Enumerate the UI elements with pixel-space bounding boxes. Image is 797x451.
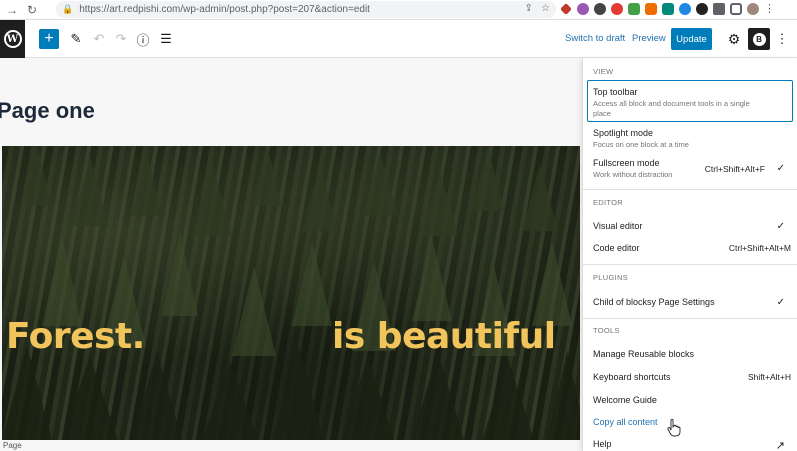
browser-toolbar: → ↻ 🔒 https://art.redpishi.com/wp-admin/…	[0, 0, 797, 20]
menu-item-manage-reusable-blocks[interactable]: Manage Reusable blocks	[593, 349, 793, 359]
extension-icon-9[interactable]	[696, 2, 708, 15]
menu-item-help[interactable]: Help ↗	[593, 439, 793, 451]
reload-icon[interactable]: ↻	[24, 2, 40, 18]
menu-item-welcome-guide[interactable]: Welcome Guide	[593, 395, 793, 405]
extension-icon-1[interactable]	[560, 2, 572, 15]
shortcut-fullscreen: Ctrl+Shift+Alt+F	[704, 164, 765, 174]
lock-icon: 🔒	[62, 4, 74, 14]
menu-item-visual-editor[interactable]: Visual editor ✓	[593, 221, 793, 232]
forward-icon[interactable]: →	[4, 2, 20, 18]
cover-block[interactable]: Forest. is beautiful	[2, 146, 580, 440]
cover-heading-left[interactable]: Forest.	[6, 316, 145, 357]
section-label-plugins: PLUGINS	[593, 273, 629, 282]
update-button[interactable]: Update	[671, 28, 712, 50]
menu-item-spotlight-mode[interactable]: Spotlight mode Focus on one block at a t…	[593, 128, 793, 150]
undo-icon[interactable]: ↶	[89, 29, 109, 49]
menu-item-copy-all-content[interactable]: Copy all content	[593, 417, 793, 427]
side-panel-icon[interactable]	[730, 2, 742, 15]
extension-icon-3[interactable]	[594, 2, 606, 15]
check-icon: ✓	[776, 221, 785, 232]
menu-item-child-of-blocksy-settings[interactable]: Child of blocksy Page Settings ✓	[593, 297, 793, 308]
menu-item-top-toolbar[interactable]: Top toolbar Access all block and documen…	[593, 87, 793, 119]
shortcut-code-editor: Ctrl+Shift+Alt+M	[728, 243, 791, 253]
menu-divider	[583, 318, 797, 319]
preview-button[interactable]: Preview	[632, 33, 666, 44]
browser-menu-icon[interactable]: ⋮	[764, 2, 775, 15]
list-view-icon[interactable]: ☰	[156, 29, 176, 49]
menu-item-code-editor[interactable]: Code editor Ctrl+Shift+Alt+M	[593, 243, 793, 253]
redo-icon[interactable]: ↷	[111, 29, 131, 49]
switch-to-draft-button[interactable]: Switch to draft	[565, 33, 625, 44]
url-text[interactable]: https://art.redpishi.com/wp-admin/post.p…	[79, 4, 370, 15]
extension-icon-6[interactable]	[645, 2, 657, 15]
menu-divider	[583, 189, 797, 190]
options-more-icon[interactable]: ⋮	[776, 30, 789, 48]
wordpress-logo-icon[interactable]: W	[0, 20, 25, 58]
check-icon: ✓	[776, 163, 785, 174]
shortcut-keyboard-shortcuts: Shift+Alt+H	[748, 372, 791, 382]
extensions-puzzle-icon[interactable]	[713, 2, 725, 15]
blocksy-settings-button[interactable]: B	[748, 28, 770, 50]
menu-item-fullscreen-mode[interactable]: Fullscreen mode Work without distraction…	[593, 158, 793, 180]
forest-background-image	[2, 146, 580, 440]
editor-canvas[interactable]: Page one Forest. is beautiful	[0, 58, 582, 451]
extension-icon-5[interactable]	[628, 2, 640, 15]
section-label-view: VIEW	[593, 67, 614, 76]
section-label-editor: EDITOR	[593, 198, 623, 207]
extension-icon-4[interactable]	[611, 2, 623, 15]
cover-heading-right[interactable]: is beautiful	[332, 316, 556, 357]
extension-icon-2[interactable]	[577, 2, 589, 15]
section-label-tools: TOOLS	[593, 326, 620, 335]
profile-avatar[interactable]	[747, 2, 759, 15]
menu-item-keyboard-shortcuts[interactable]: Keyboard shortcuts Shift+Alt+H	[593, 372, 793, 382]
extension-icon-7[interactable]	[662, 2, 674, 15]
address-bar[interactable]: 🔒 https://art.redpishi.com/wp-admin/post…	[56, 1, 556, 18]
page-title[interactable]: Page one	[0, 98, 95, 124]
share-icon[interactable]: ⇪	[525, 3, 533, 14]
menu-divider	[583, 264, 797, 265]
extension-icon-8[interactable]	[679, 2, 691, 15]
options-menu: VIEW Top toolbar Access all block and do…	[582, 58, 797, 451]
details-info-icon[interactable]: ⓘ	[133, 29, 153, 49]
external-link-icon: ↗	[775, 440, 785, 451]
editor-header: W + ✎ ↶ ↷ ⓘ ☰ Switch to draft Preview Up…	[0, 20, 797, 58]
add-block-button[interactable]: +	[39, 29, 59, 49]
bookmark-star-icon[interactable]: ☆	[541, 3, 550, 14]
hand-cursor-icon	[667, 419, 681, 437]
breadcrumb-status: Page	[3, 441, 22, 450]
tools-pencil-icon[interactable]: ✎	[66, 29, 86, 49]
check-icon: ✓	[776, 297, 785, 308]
settings-gear-icon[interactable]: ⚙	[725, 29, 743, 49]
